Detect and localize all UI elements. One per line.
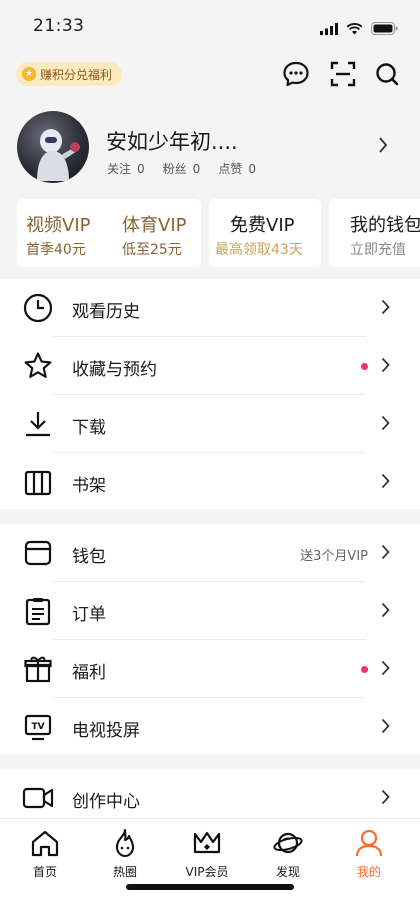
menu-item-bookshelf[interactable]: 书架 bbox=[0, 453, 420, 511]
menu-item-label: 观看历史 bbox=[72, 302, 140, 322]
chevron-right-icon[interactable] bbox=[378, 136, 388, 158]
chevron-right-icon bbox=[381, 602, 390, 622]
menu-item-label: 订单 bbox=[72, 605, 106, 625]
menu-item-watch-history[interactable]: 观看历史 bbox=[0, 279, 420, 337]
menu-item-tv-cast[interactable]: TV 电视投屏 bbox=[0, 698, 420, 756]
status-bar: 21:33 bbox=[0, 0, 420, 54]
menu-item-favorites[interactable]: 收藏与预约 bbox=[0, 337, 420, 395]
gift-icon bbox=[22, 653, 54, 685]
vip-card-wallet[interactable]: 我的钱包 立即充值 bbox=[329, 199, 420, 267]
menu-group-2: 钱包 送3个月VIP 订单 福利 TV 电视投屏 bbox=[0, 524, 420, 754]
menu-item-label: 下载 bbox=[72, 418, 106, 438]
chevron-right-icon bbox=[381, 299, 390, 319]
bookshelf-icon bbox=[22, 466, 54, 498]
wallet-icon bbox=[22, 537, 54, 569]
vip-card-free[interactable]: 免费VIP 最高领取43天 bbox=[209, 199, 321, 267]
top-bar: ★ 赚积分兑福利 bbox=[0, 54, 420, 94]
notification-dot bbox=[361, 666, 368, 673]
user-icon bbox=[353, 827, 385, 859]
flame-icon bbox=[109, 827, 141, 859]
notification-dot bbox=[361, 363, 368, 370]
tv-icon: TV bbox=[22, 711, 54, 743]
fans-stat[interactable]: 粉丝 0 bbox=[163, 160, 201, 177]
bottom-tab-bar: 首页 热圈 VIP会员 发现 我的 bbox=[0, 818, 420, 909]
tab-discover[interactable]: 发现 bbox=[258, 827, 318, 880]
status-icons bbox=[320, 20, 398, 39]
earn-points-badge[interactable]: ★ 赚积分兑福利 bbox=[16, 62, 123, 86]
profile-stats: 关注 0 粉丝 0 点赞 0 bbox=[107, 160, 256, 177]
tab-label: 我的 bbox=[356, 865, 381, 879]
menu-item-orders[interactable]: 订单 bbox=[0, 582, 420, 640]
star-icon bbox=[22, 350, 54, 382]
profile-header[interactable]: 安如少年初.... 关注 0 粉丝 0 点赞 0 bbox=[0, 108, 420, 188]
menu-item-label: 电视投屏 bbox=[72, 721, 140, 741]
tab-hot-circle[interactable]: 热圈 bbox=[95, 827, 155, 880]
menu-item-label: 福利 bbox=[72, 663, 106, 683]
signal-icon bbox=[320, 20, 338, 39]
menu-item-label: 创作中心 bbox=[72, 792, 140, 812]
wifi-icon bbox=[346, 20, 363, 39]
menu-group-1: 观看历史 收藏与预约 下载 书架 bbox=[0, 279, 420, 509]
svg-text:TV: TV bbox=[31, 722, 44, 732]
menu-item-label: 收藏与预约 bbox=[72, 360, 157, 380]
tab-home[interactable]: 首页 bbox=[15, 827, 75, 880]
menu-item-label: 钱包 bbox=[72, 547, 106, 567]
wallet-promo-text: 送3个月VIP bbox=[300, 549, 368, 564]
home-indicator bbox=[126, 884, 294, 890]
tab-label: 发现 bbox=[275, 865, 300, 879]
scan-icon[interactable] bbox=[329, 60, 357, 88]
menu-item-wallet[interactable]: 钱包 送3个月VIP bbox=[0, 524, 420, 582]
likes-stat[interactable]: 点赞 0 bbox=[218, 160, 256, 177]
chevron-right-icon bbox=[381, 544, 390, 564]
chevron-right-icon bbox=[381, 357, 390, 377]
planet-icon bbox=[272, 827, 304, 859]
chevron-right-icon bbox=[381, 415, 390, 435]
battery-icon bbox=[371, 20, 398, 39]
earn-badge-label: 赚积分兑福利 bbox=[40, 67, 113, 82]
chevron-right-icon bbox=[381, 718, 390, 738]
download-icon bbox=[22, 408, 54, 440]
chevron-right-icon bbox=[381, 660, 390, 680]
tab-label: 首页 bbox=[32, 865, 57, 879]
menu-item-label: 书架 bbox=[72, 476, 106, 496]
crown-icon bbox=[191, 827, 223, 859]
vip-cards: 视频VIP 首季40元 体育VIP 低至25元 免费VIP 最高领取43天 我的… bbox=[17, 199, 420, 267]
chevron-right-icon bbox=[381, 789, 390, 809]
order-icon bbox=[22, 595, 54, 627]
message-icon[interactable] bbox=[282, 60, 310, 88]
avatar[interactable] bbox=[17, 111, 89, 183]
tab-vip[interactable]: VIP会员 bbox=[177, 827, 237, 880]
star-icon: ★ bbox=[22, 67, 36, 81]
following-stat[interactable]: 关注 0 bbox=[107, 160, 145, 177]
chevron-right-icon bbox=[381, 473, 390, 493]
search-icon[interactable] bbox=[373, 60, 401, 88]
tab-mine[interactable]: 我的 bbox=[339, 827, 399, 880]
clock-icon bbox=[22, 292, 54, 324]
tab-label: 热圈 bbox=[112, 865, 137, 879]
username[interactable]: 安如少年初.... bbox=[106, 126, 238, 156]
menu-item-benefits[interactable]: 福利 bbox=[0, 640, 420, 698]
status-time: 21:33 bbox=[33, 16, 85, 36]
menu-item-download[interactable]: 下载 bbox=[0, 395, 420, 453]
video-camera-icon bbox=[22, 782, 54, 814]
home-icon bbox=[29, 827, 61, 859]
tab-label: VIP会员 bbox=[185, 865, 229, 879]
vip-card-video-sports: 视频VIP 首季40元 体育VIP 低至25元 bbox=[17, 199, 201, 267]
